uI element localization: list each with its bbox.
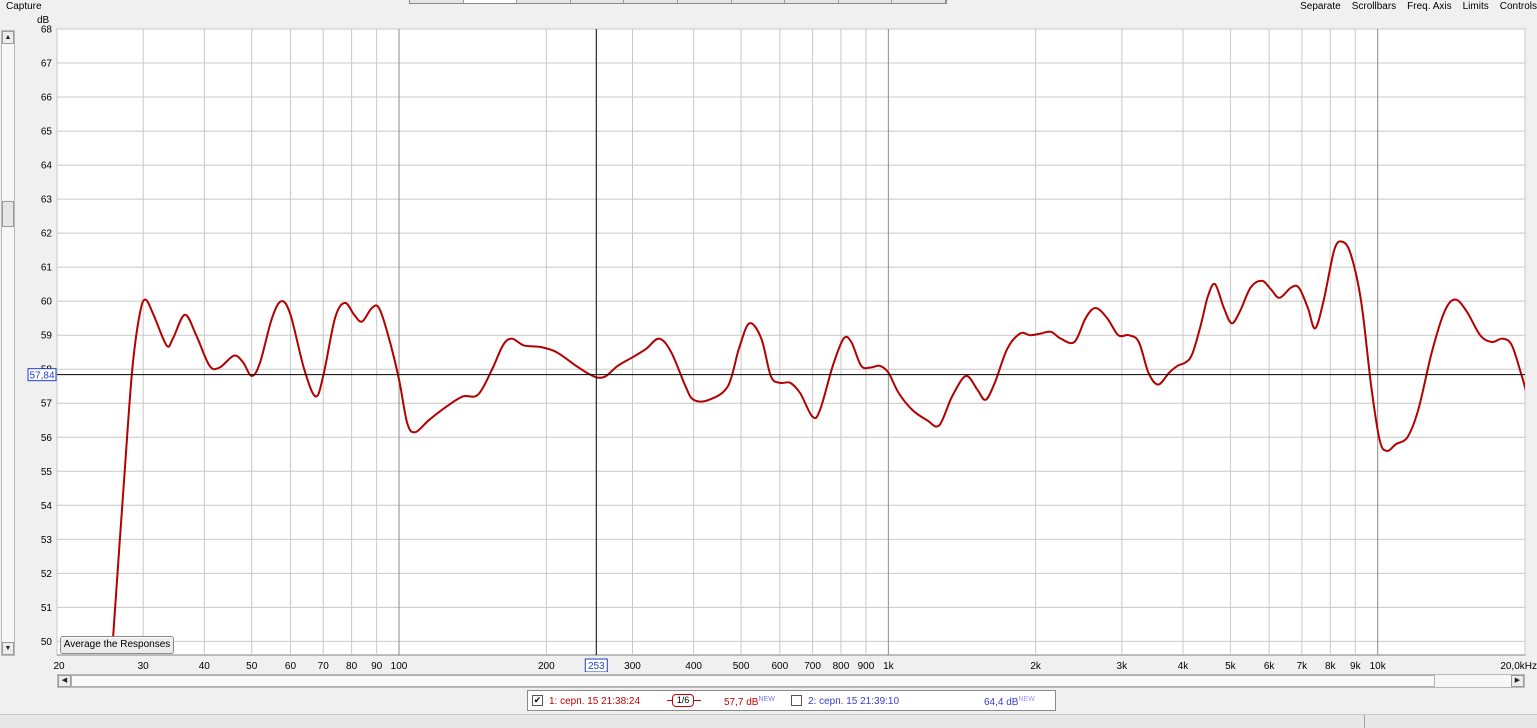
x-tick-label: 50 (246, 661, 258, 672)
y-unit-label: dB (37, 15, 50, 26)
x-tick-label: 7k (1297, 661, 1309, 672)
x-tick-label: 20,0kHz (1500, 661, 1537, 672)
scroll-left-arrow-icon[interactable]: ◀ (58, 675, 71, 687)
x-tick-label: 80 (346, 661, 358, 672)
measurement-1-label[interactable]: 1: серп. 15 21:38:24 (549, 696, 640, 707)
x-tick-label: 400 (685, 661, 702, 672)
x-tick-label: 90 (371, 661, 383, 672)
y-tick-label: 51 (41, 603, 53, 614)
y-tick-label: 59 (41, 331, 53, 342)
y-tick-label: 60 (41, 297, 53, 308)
y-tick-label: 66 (41, 93, 53, 104)
average-responses-button[interactable]: Average the Responses (60, 636, 174, 654)
y-tick-label: 67 (41, 59, 53, 70)
y-tick-label: 50 (41, 637, 53, 648)
status-bar (0, 714, 1537, 728)
x-tick-label: 900 (858, 661, 875, 672)
x-tick-label: 600 (771, 661, 788, 672)
x-tick-label: 300 (624, 661, 641, 672)
cursor-x-readout: 253 (588, 661, 605, 672)
y-tick-label: 68 (41, 25, 53, 36)
horizontal-scroll-thumb[interactable] (71, 675, 1435, 687)
y-tick-label: 62 (41, 229, 53, 240)
smoothing-button[interactable]: 1/6 (672, 694, 694, 707)
x-tick-label: 8k (1325, 661, 1337, 672)
y-tick-label: 57 (41, 399, 53, 410)
x-tick-label: 6k (1264, 661, 1276, 672)
measurement-2-value: 64,4 dBNEW (984, 696, 1035, 708)
x-tick-label: 40 (199, 661, 211, 672)
y-tick-label: 65 (41, 127, 53, 138)
x-tick-label: 70 (318, 661, 330, 672)
y-tick-label: 63 (41, 195, 53, 206)
y-tick-label: 55 (41, 467, 53, 478)
x-tick-label: 800 (833, 661, 850, 672)
measurement-2-label[interactable]: 2: серп. 15 21:39:10 (808, 696, 899, 707)
x-tick-label: 4k (1178, 661, 1190, 672)
scroll-right-arrow-icon[interactable]: ▶ (1511, 675, 1524, 687)
x-tick-label: 700 (804, 661, 821, 672)
measurement-2-checkbox[interactable] (791, 695, 802, 706)
cursor-y-readout: 57,84 (29, 371, 54, 382)
x-tick-label: 60 (285, 661, 297, 672)
y-tick-label: 54 (41, 501, 53, 512)
x-tick-labels: 20 30 40 50 60 70 80 90 100 200 300 400 500 600 700 800… (53, 661, 1537, 672)
x-tick-label: 200 (538, 661, 555, 672)
y-tick-label: 56 (41, 433, 53, 444)
x-tick-label: 100 (391, 661, 408, 672)
x-tick-label: 30 (138, 661, 150, 672)
frequency-response-graph[interactable]: 50515253545556575859606162636465666768 2… (0, 0, 1537, 672)
x-tick-label: 20 (53, 661, 65, 672)
x-tick-label: 2k (1030, 661, 1042, 672)
measurement-legend: ✔ 1: серп. 15 21:38:24 1/6 57,7 dBNEW 2:… (527, 690, 1056, 711)
horizontal-scrollbar[interactable]: ◀ ▶ (57, 674, 1525, 688)
y-tick-label: 53 (41, 535, 53, 546)
y-tick-label: 64 (41, 161, 53, 172)
measurement-1-checkbox[interactable]: ✔ (532, 695, 543, 706)
y-tick-label: 61 (41, 263, 53, 274)
y-tick-labels: 50515253545556575859606162636465666768 (41, 25, 53, 648)
x-tick-label: 10k (1370, 661, 1387, 672)
x-tick-label: 500 (733, 661, 750, 672)
x-tick-label: 1k (883, 661, 895, 672)
y-tick-label: 52 (41, 569, 53, 580)
plot-area[interactable] (56, 28, 1526, 656)
x-tick-label: 3k (1117, 661, 1129, 672)
x-tick-label: 9k (1350, 661, 1362, 672)
measurement-1-value: 57,7 dBNEW (724, 696, 775, 708)
x-tick-label: 5k (1225, 661, 1237, 672)
